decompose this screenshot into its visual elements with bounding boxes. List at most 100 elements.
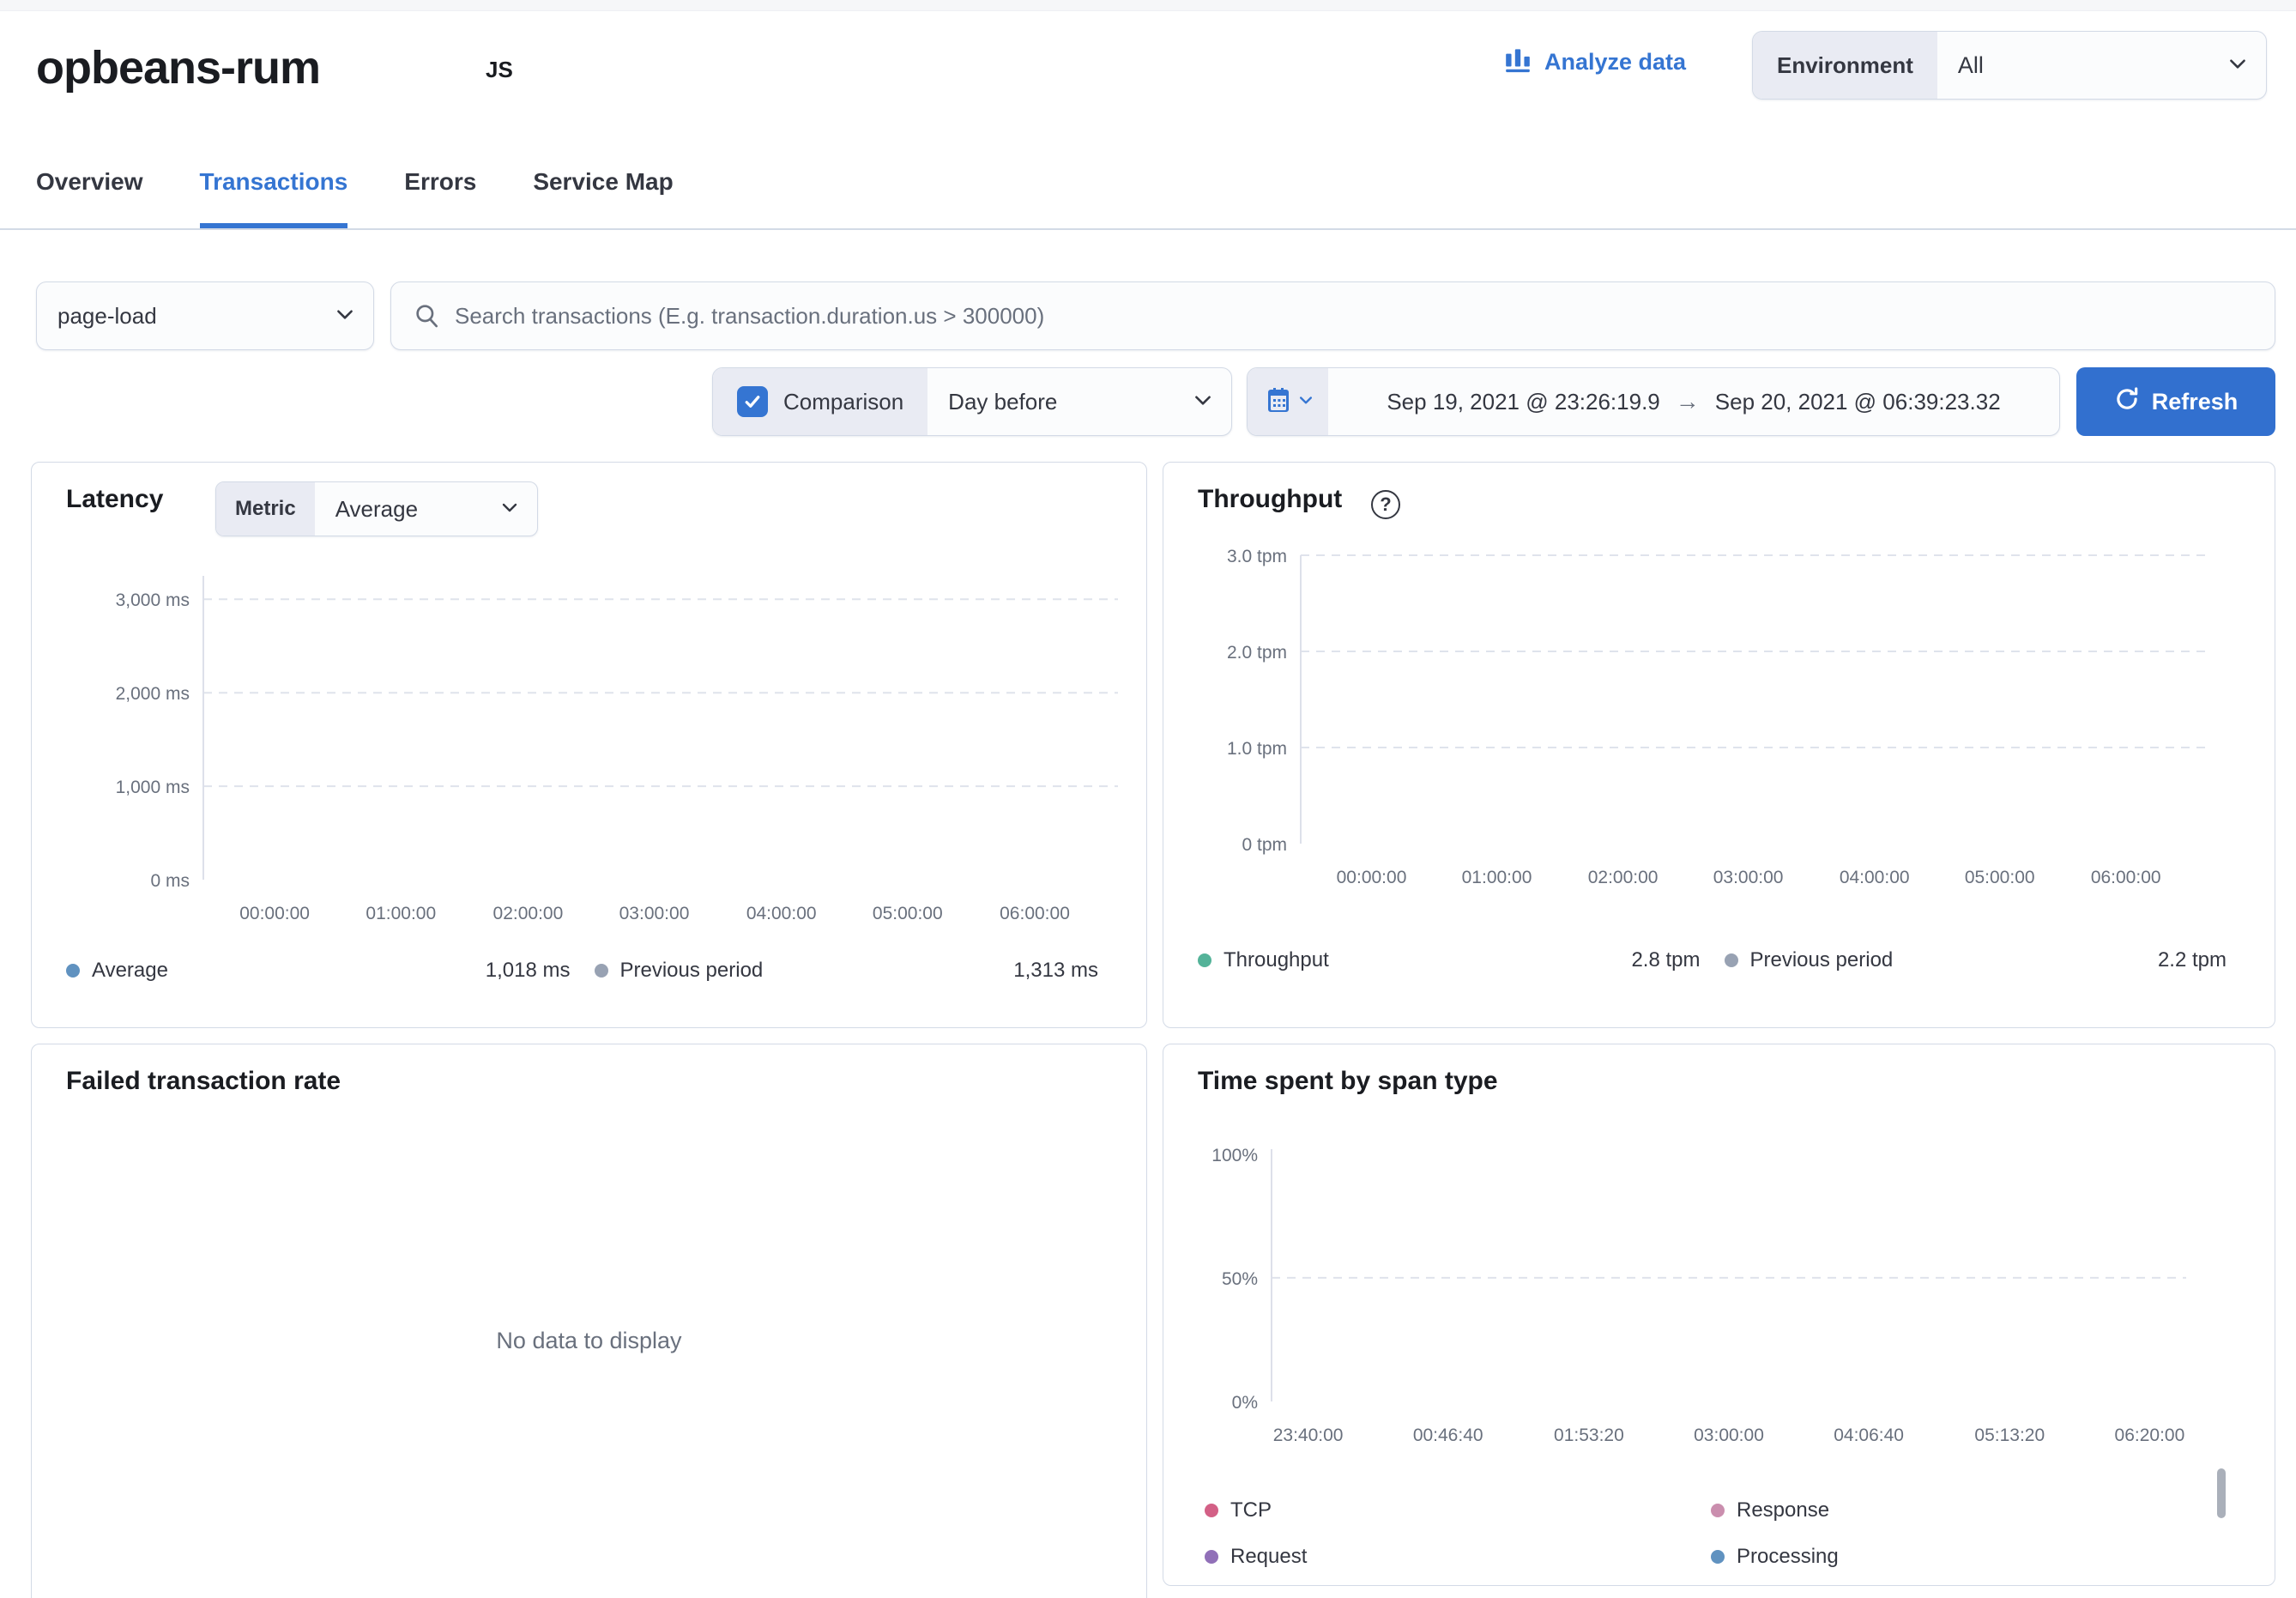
chevron-down-icon — [499, 497, 520, 522]
latency-metric-select[interactable]: Metric Average — [215, 481, 538, 536]
legend-dot — [66, 964, 80, 978]
svg-text:00:00:00: 00:00:00 — [1337, 868, 1407, 887]
end-date[interactable]: Sep 20, 2021 @ 06:39:23.32 — [1715, 389, 2001, 415]
arrow-right-icon: → — [1676, 388, 1700, 415]
environment-value: All — [1937, 52, 2220, 79]
time-spent-by-span-type-title: Time spent by span type — [1198, 1067, 1498, 1096]
legend-value: 2.8 tpm — [1631, 948, 1724, 972]
analyze-data-link[interactable]: Analyze data — [1503, 45, 1686, 80]
svg-text:0%: 0% — [1232, 1393, 1258, 1413]
latency-panel: Latency Metric Average 0 ms1,000 ms2,000… — [31, 462, 1147, 1028]
search-transactions-input[interactable] — [455, 282, 2275, 349]
no-data-message: No data to display — [32, 1328, 1146, 1354]
time-spent-by-span-type-panel: Time spent by span type 0%50%100%23:40:0… — [1163, 1044, 2275, 1586]
legend-value: 1,313 ms — [1013, 959, 1122, 983]
legend-item-processing[interactable]: Processing — [1711, 1534, 2217, 1580]
refresh-button[interactable]: Refresh — [2076, 367, 2275, 436]
svg-text:04:06:40: 04:06:40 — [1834, 1425, 1904, 1445]
svg-text:2,000 ms: 2,000 ms — [116, 684, 190, 704]
svg-text:02:00:00: 02:00:00 — [493, 904, 564, 923]
throughput-panel: Throughput ? 0 tpm1.0 tpm2.0 tpm3.0 tpm0… — [1163, 462, 2275, 1028]
environment-label: Environment — [1753, 32, 1937, 99]
legend-item-response[interactable]: Response — [1711, 1487, 2217, 1534]
search-bar — [390, 281, 2275, 350]
legend-item-average[interactable]: Average 1,018 ms — [66, 959, 595, 983]
legend-scrollbar[interactable] — [2217, 1468, 2226, 1518]
svg-text:1,000 ms: 1,000 ms — [116, 778, 190, 797]
svg-text:04:00:00: 04:00:00 — [1840, 868, 1910, 887]
metric-label: Metric — [216, 482, 315, 536]
agent-badge: JS — [486, 57, 513, 83]
legend-label: Response — [1737, 1498, 1829, 1522]
legend-dot — [1198, 953, 1211, 967]
comparison-control: Comparison Day before — [712, 367, 1232, 436]
svg-text:02:00:00: 02:00:00 — [1588, 868, 1659, 887]
span-type-legend: TCP Response Request Processing — [1205, 1487, 2217, 1580]
legend-dot — [1205, 1550, 1218, 1564]
chevron-down-icon — [1297, 391, 1314, 413]
calendar-icon — [1265, 386, 1292, 418]
throughput-chart[interactable]: 0 tpm1.0 tpm2.0 tpm3.0 tpm00:00:0001:00:… — [1177, 545, 2224, 897]
throughput-legend: Throughput 2.8 tpm Previous period 2.2 t… — [1198, 948, 2251, 972]
legend-label: Previous period — [1750, 948, 1894, 972]
top-strip — [0, 0, 2296, 11]
legend-item-throughput[interactable]: Throughput 2.8 tpm — [1198, 948, 1725, 972]
legend-label: Throughput — [1224, 948, 1329, 972]
quick-select-button[interactable] — [1248, 368, 1328, 435]
help-icon[interactable]: ? — [1371, 490, 1400, 519]
legend-item-tcp[interactable]: TCP — [1205, 1487, 1711, 1534]
refresh-icon — [2114, 386, 2140, 418]
latency-title: Latency — [66, 485, 163, 514]
date-range-display: Sep 19, 2021 @ 23:26:19.9 → Sep 20, 2021… — [1328, 388, 2059, 415]
legend-label: Request — [1230, 1545, 1307, 1569]
svg-text:100%: 100% — [1211, 1146, 1258, 1165]
svg-text:01:00:00: 01:00:00 — [1462, 868, 1532, 887]
tab-transactions[interactable]: Transactions — [200, 168, 348, 228]
refresh-label: Refresh — [2152, 389, 2239, 415]
legend-label: Processing — [1737, 1545, 1839, 1569]
transaction-type-select[interactable]: page-load — [36, 281, 374, 350]
svg-text:23:40:00: 23:40:00 — [1273, 1425, 1344, 1445]
svg-text:06:00:00: 06:00:00 — [2091, 868, 2161, 887]
svg-text:1.0 tpm: 1.0 tpm — [1227, 739, 1287, 759]
legend-value: 2.2 tpm — [2158, 948, 2251, 972]
legend-item-request[interactable]: Request — [1205, 1534, 1711, 1580]
span-type-chart[interactable]: 0%50%100%23:40:0000:46:4001:53:2003:00:0… — [1177, 1137, 2207, 1456]
search-icon — [391, 302, 455, 330]
svg-text:3,000 ms: 3,000 ms — [116, 590, 190, 610]
chevron-down-icon — [2227, 52, 2249, 79]
tab-overview[interactable]: Overview — [36, 168, 143, 228]
environment-select[interactable]: Environment All — [1752, 31, 2267, 100]
tab-errors[interactable]: Errors — [404, 168, 476, 228]
latency-chart[interactable]: 0 ms1,000 ms2,000 ms3,000 ms00:00:0001:0… — [49, 566, 1130, 935]
legend-item-previous-period[interactable]: Previous period 2.2 tpm — [1725, 948, 2251, 972]
legend-item-previous-period[interactable]: Previous period 1,313 ms — [595, 959, 1123, 983]
tab-bar: Overview Transactions Errors Service Map — [36, 168, 674, 228]
latency-legend: Average 1,018 ms Previous period 1,313 m… — [66, 959, 1122, 983]
legend-value: 1,018 ms — [486, 959, 595, 983]
tab-service-map[interactable]: Service Map — [533, 168, 673, 228]
start-date[interactable]: Sep 19, 2021 @ 23:26:19.9 — [1387, 389, 1659, 415]
comparison-checkbox[interactable] — [737, 386, 768, 417]
comparison-label: Comparison — [783, 389, 903, 415]
svg-text:00:46:40: 00:46:40 — [1413, 1425, 1483, 1445]
svg-text:03:00:00: 03:00:00 — [1713, 868, 1784, 887]
svg-text:0 tpm: 0 tpm — [1242, 835, 1287, 855]
svg-text:03:00:00: 03:00:00 — [619, 904, 690, 923]
svg-text:05:00:00: 05:00:00 — [1965, 868, 2035, 887]
svg-text:00:00:00: 00:00:00 — [239, 904, 310, 923]
failed-transaction-rate-title: Failed transaction rate — [66, 1067, 341, 1096]
svg-text:05:00:00: 05:00:00 — [873, 904, 943, 923]
svg-text:06:00:00: 06:00:00 — [1000, 904, 1070, 923]
analyze-data-label: Analyze data — [1544, 49, 1686, 76]
svg-text:2.0 tpm: 2.0 tpm — [1227, 643, 1287, 663]
date-range-picker: Sep 19, 2021 @ 23:26:19.9 → Sep 20, 2021… — [1247, 367, 2060, 436]
svg-text:05:13:20: 05:13:20 — [1974, 1425, 2045, 1445]
svg-text:01:53:20: 01:53:20 — [1554, 1425, 1624, 1445]
legend-label: Average — [92, 959, 168, 983]
comparison-option-value[interactable]: Day before — [927, 389, 1185, 415]
apm-service-page: opbeans-rum JS Analyze data Environment … — [0, 0, 2296, 1598]
legend-label: Previous period — [620, 959, 764, 983]
throughput-title: Throughput — [1198, 485, 1342, 514]
comparison-checkbox-group: Comparison — [713, 368, 927, 435]
